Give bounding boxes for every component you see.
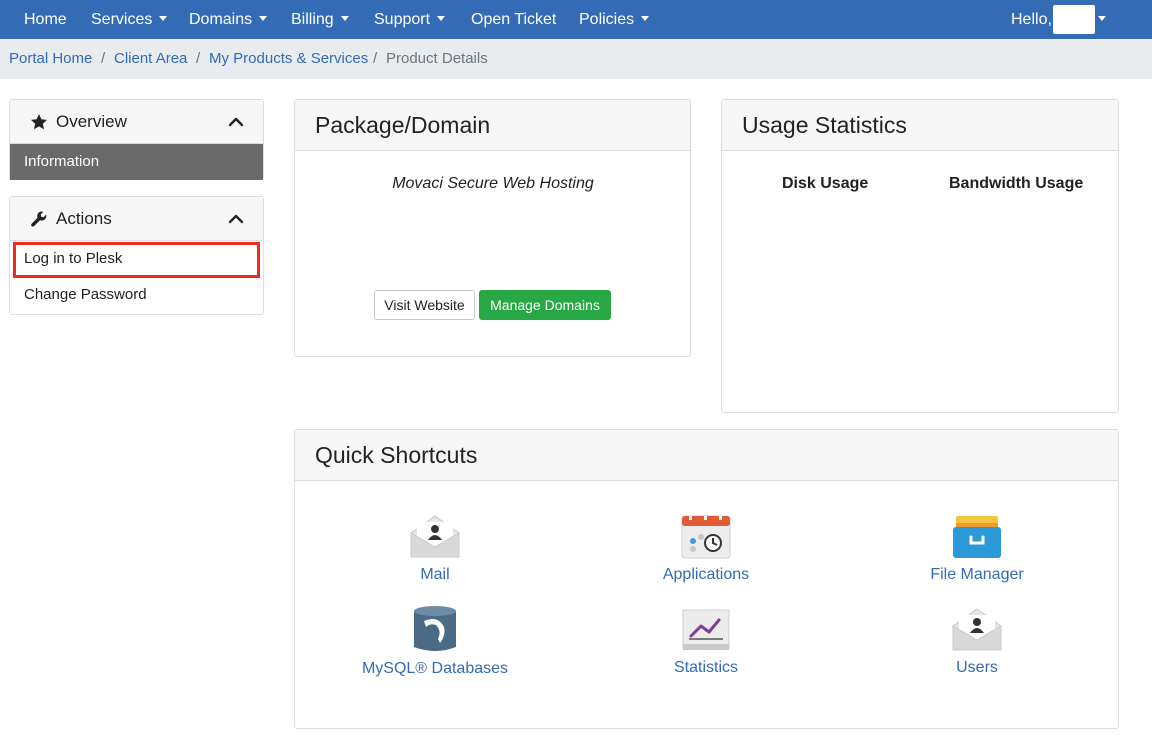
- sidebar-actions-header[interactable]: Actions: [10, 197, 263, 241]
- nav-services[interactable]: Services: [91, 0, 168, 39]
- visit-website-button[interactable]: Visit Website: [374, 290, 475, 320]
- nav-open-ticket-label: Open Ticket: [471, 11, 557, 28]
- shortcut-users[interactable]: Users: [877, 608, 1077, 677]
- sidebar-actions-title: Actions: [56, 209, 112, 228]
- sidebar-overview-panel: Overview Information: [9, 99, 264, 180]
- nav-account-menu[interactable]: Hello,: [1011, 0, 1052, 39]
- wrench-icon: [31, 211, 47, 227]
- nav-billing[interactable]: Billing: [291, 0, 349, 39]
- nav-domains[interactable]: Domains: [189, 0, 268, 39]
- disk-usage-label: Disk Usage: [782, 175, 869, 192]
- nav-billing-label: Billing: [291, 11, 334, 28]
- usage-card-header: Usage Statistics: [722, 100, 1118, 151]
- breadcrumb-portal-home[interactable]: Portal Home: [9, 39, 92, 79]
- package-card-title: Package/Domain: [315, 112, 491, 138]
- shortcut-mail[interactable]: Mail: [335, 515, 535, 584]
- nav-account-caret[interactable]: [1091, 0, 1106, 39]
- chevron-up-icon[interactable]: [228, 114, 244, 128]
- shortcut-label: File Manager: [930, 566, 1024, 583]
- star-icon: [30, 114, 48, 130]
- shortcut-statistics[interactable]: Statistics: [606, 608, 806, 677]
- sidebar-overview-title: Overview: [56, 112, 127, 131]
- shortcut-file-manager[interactable]: File Manager: [877, 515, 1077, 584]
- nav-support-label: Support: [374, 11, 431, 28]
- nav-services-label: Services: [91, 11, 153, 28]
- sidebar-item-label: Change Password: [24, 286, 147, 303]
- shortcut-label: Statistics: [673, 659, 738, 676]
- usage-statistics-card: Usage Statistics Disk Usage Bandwidth Us…: [721, 99, 1119, 413]
- sidebar-item-label: Log in to Plesk: [24, 250, 123, 267]
- package-card-header: Package/Domain: [295, 100, 690, 151]
- users-icon: [952, 608, 1002, 651]
- shortcuts-card-header: Quick Shortcuts: [295, 430, 1118, 481]
- file-manager-icon: [953, 516, 1001, 558]
- usage-card-title: Usage Statistics: [742, 112, 907, 138]
- shortcut-mysql-databases[interactable]: MySQL® Databases: [335, 605, 535, 678]
- shortcut-label: Mail: [420, 566, 450, 583]
- nav-open-ticket[interactable]: Open Ticket: [471, 0, 556, 39]
- shortcut-label: Applications: [662, 566, 750, 583]
- breadcrumb-separator: /: [373, 50, 378, 67]
- username-redacted-box: [1053, 5, 1095, 34]
- caret-down-icon: [159, 16, 168, 21]
- product-name: Movaci Secure Web Hosting: [392, 175, 594, 192]
- breadcrumb-client-area[interactable]: Client Area: [114, 39, 187, 79]
- shortcut-applications[interactable]: Applications: [606, 515, 806, 584]
- caret-down-icon: [1098, 16, 1106, 21]
- sidebar-actions-panel: Actions Log in to Plesk Change Password: [9, 196, 264, 315]
- breadcrumb-separator: /: [196, 50, 201, 67]
- hello-label: Hello,: [1011, 11, 1052, 28]
- breadcrumb-separator: /: [101, 50, 106, 67]
- sidebar-item-information[interactable]: Information: [10, 144, 263, 180]
- shortcut-label: MySQL® Databases: [361, 660, 509, 677]
- top-navbar: Home Services Domains Billing Support Op…: [0, 0, 1152, 39]
- quick-shortcuts-card: Quick Shortcuts Mail Applications File M…: [294, 429, 1119, 729]
- sidebar-item-log-in-to-plesk[interactable]: Log in to Plesk: [10, 241, 263, 277]
- breadcrumb-current: Product Details: [386, 50, 488, 67]
- sidebar-item-label: Information: [24, 153, 100, 170]
- shortcuts-card-title: Quick Shortcuts: [315, 442, 478, 468]
- nav-policies[interactable]: Policies: [579, 0, 650, 39]
- manage-domains-button[interactable]: Manage Domains: [479, 290, 611, 320]
- caret-down-icon: [437, 16, 446, 21]
- breadcrumb-my-products[interactable]: My Products & Services: [209, 39, 368, 79]
- breadcrumb: Portal Home / Client Area / My Products …: [0, 39, 1152, 79]
- chevron-up-icon[interactable]: [228, 211, 244, 225]
- shortcut-label: Users: [956, 659, 998, 676]
- applications-icon: [681, 515, 731, 559]
- database-icon: [414, 606, 456, 651]
- caret-down-icon: [259, 16, 268, 21]
- package-domain-card: Package/Domain Movaci Secure Web Hosting…: [294, 99, 691, 357]
- nav-home[interactable]: Home: [24, 0, 67, 39]
- sidebar-item-change-password[interactable]: Change Password: [10, 277, 263, 313]
- caret-down-icon: [340, 16, 349, 21]
- sidebar-overview-header[interactable]: Overview: [10, 100, 263, 144]
- nav-policies-label: Policies: [579, 11, 635, 28]
- caret-down-icon: [641, 16, 650, 21]
- statistics-icon: [682, 609, 730, 650]
- nav-domains-label: Domains: [189, 11, 253, 28]
- nav-support[interactable]: Support: [374, 0, 446, 39]
- mail-icon: [410, 515, 460, 558]
- nav-home-label: Home: [24, 11, 67, 28]
- bandwidth-usage-label: Bandwidth Usage: [949, 175, 1084, 192]
